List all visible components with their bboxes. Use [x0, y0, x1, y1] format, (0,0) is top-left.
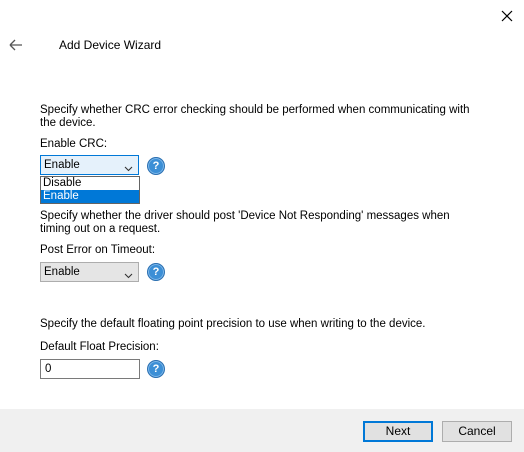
back-arrow-icon[interactable]	[7, 36, 25, 54]
timeout-help-icon[interactable]: ?	[147, 263, 165, 281]
precision-description: Specify the default floating point preci…	[40, 318, 426, 330]
next-button[interactable]: Next	[363, 421, 433, 442]
precision-input[interactable]: 0	[40, 359, 140, 379]
timeout-label: Post Error on Timeout:	[40, 244, 156, 256]
crc-select[interactable]: Enable	[40, 155, 139, 175]
precision-help-icon[interactable]: ?	[147, 360, 165, 378]
chevron-down-icon	[124, 268, 133, 279]
chevron-down-icon	[124, 161, 133, 172]
crc-select-value: Enable	[44, 159, 80, 171]
timeout-select-value: Enable	[44, 266, 80, 278]
crc-dropdown-list: Disable Enable	[40, 176, 140, 204]
crc-description: Specify whether CRC error checking shoul…	[40, 104, 470, 129]
crc-label: Enable CRC:	[40, 138, 108, 150]
precision-label: Default Float Precision:	[40, 341, 159, 353]
timeout-description: Specify whether the driver should post '…	[40, 210, 450, 235]
cancel-button[interactable]: Cancel	[442, 421, 512, 442]
crc-option-disable[interactable]: Disable	[41, 177, 139, 190]
wizard-title: Add Device Wizard	[59, 38, 162, 52]
timeout-select[interactable]: Enable	[40, 262, 139, 282]
precision-input-value: 0	[45, 363, 52, 375]
close-icon[interactable]	[498, 7, 516, 25]
crc-help-icon[interactable]: ?	[147, 157, 165, 175]
crc-option-enable[interactable]: Enable	[41, 190, 139, 203]
